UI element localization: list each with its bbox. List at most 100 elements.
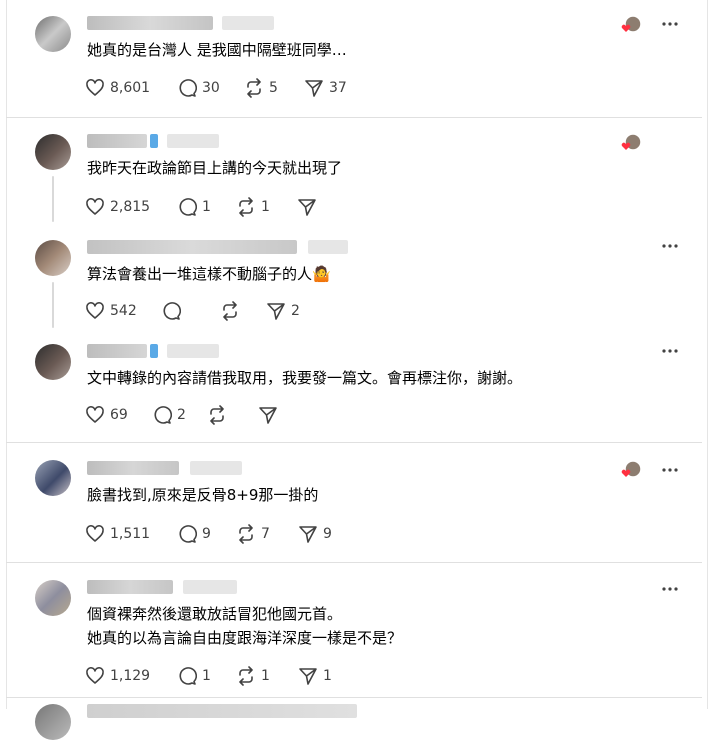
more-horizontal-icon[interactable] xyxy=(661,342,679,360)
send-icon xyxy=(267,303,285,320)
repost-icon xyxy=(239,524,253,544)
like-button[interactable]: 69 xyxy=(85,404,128,426)
reply-button[interactable]: 1 xyxy=(177,665,211,687)
post-text: 她真的是台灣人 是我國中隔壁班同學… xyxy=(87,41,347,59)
post-text-line-1: 個資裸奔然後還敢放話冒犯他國元首。 xyxy=(87,605,343,623)
reply-button[interactable] xyxy=(161,300,186,322)
repost-icon xyxy=(223,301,237,321)
like-button[interactable]: 1,511 xyxy=(85,523,150,545)
username-redacted[interactable] xyxy=(87,344,147,358)
like-count: 1,511 xyxy=(110,526,151,542)
repost-button[interactable]: 5 xyxy=(244,77,278,99)
share-button[interactable]: 9 xyxy=(298,523,332,545)
liked-by-author-icon xyxy=(621,460,642,478)
reply-count: 1 xyxy=(202,668,211,684)
more-horizontal-icon[interactable] xyxy=(661,237,679,255)
like-button[interactable]: 2,815 xyxy=(85,196,150,218)
liked-by-author-icon xyxy=(621,15,642,33)
avatar[interactable] xyxy=(35,16,71,52)
comment-icon xyxy=(154,406,172,424)
liked-by-author-icon xyxy=(621,133,642,151)
avatar[interactable] xyxy=(35,240,71,276)
reply-count: 1 xyxy=(202,199,211,215)
avatar[interactable] xyxy=(35,134,71,170)
username-redacted[interactable] xyxy=(87,580,173,594)
repost-count: 5 xyxy=(269,80,278,96)
more-horizontal-icon[interactable] xyxy=(661,15,679,33)
avatar[interactable] xyxy=(35,580,71,616)
post-text: 算法會養出一堆這樣不動腦子的人🤷 xyxy=(87,265,331,283)
heart-icon xyxy=(86,198,104,215)
divider xyxy=(6,562,702,563)
share-button[interactable] xyxy=(258,404,283,426)
repost-count: 1 xyxy=(261,668,270,684)
repost-button[interactable]: 1 xyxy=(236,196,270,218)
divider xyxy=(6,442,702,443)
like-count: 1,129 xyxy=(110,668,151,684)
post-text-line-2: 她真的以為言論自由度跟海洋深度一樣是不是？ xyxy=(87,629,403,647)
divider xyxy=(6,697,702,698)
share-count: 1 xyxy=(323,668,332,684)
avatar[interactable] xyxy=(35,344,71,380)
like-button[interactable]: 8,601 xyxy=(85,77,150,99)
more-horizontal-icon[interactable] xyxy=(661,580,679,598)
repost-button[interactable] xyxy=(220,300,245,322)
share-count: 2 xyxy=(291,303,300,319)
username-redacted[interactable] xyxy=(87,461,179,475)
username-redacted[interactable] xyxy=(87,16,213,30)
like-count: 8,601 xyxy=(110,80,151,96)
share-button[interactable]: 37 xyxy=(304,77,347,99)
share-button[interactable] xyxy=(297,196,322,218)
repost-icon xyxy=(247,78,261,98)
send-icon xyxy=(299,526,317,543)
like-button[interactable]: 1,129 xyxy=(85,665,150,687)
username-redacted xyxy=(87,704,357,718)
heart-icon xyxy=(86,79,104,96)
username-redacted[interactable] xyxy=(87,134,147,148)
repost-button[interactable]: 7 xyxy=(236,523,270,545)
reply-button[interactable]: 9 xyxy=(177,523,211,545)
reply-count: 30 xyxy=(202,80,220,96)
repost-button[interactable]: 1 xyxy=(236,665,270,687)
send-icon xyxy=(305,80,323,97)
heart-icon xyxy=(86,525,104,542)
comment-icon xyxy=(179,667,197,685)
thread-line xyxy=(52,282,54,328)
like-button[interactable]: 542 xyxy=(85,300,137,322)
more-horizontal-icon[interactable] xyxy=(661,461,679,479)
post-text: 我昨天在政論節目上講的今天就出現了 xyxy=(87,159,343,177)
verified-badge-redacted xyxy=(150,134,158,148)
repost-button[interactable] xyxy=(207,404,232,426)
share-button[interactable]: 2 xyxy=(266,300,300,322)
avatar[interactable] xyxy=(35,460,71,496)
repost-count: 7 xyxy=(261,526,270,542)
share-button[interactable]: 1 xyxy=(298,665,332,687)
username-redacted[interactable] xyxy=(87,240,297,254)
like-count: 2,815 xyxy=(110,199,151,215)
reply-button[interactable]: 2 xyxy=(152,404,186,426)
thread-line xyxy=(52,176,54,222)
comment-icon xyxy=(163,302,181,320)
heart-icon xyxy=(86,667,104,684)
post-text: 文中轉錄的內容請借我取用，我要發一篇文。會再標注你，謝謝。 xyxy=(87,369,523,387)
timestamp-redacted xyxy=(183,580,237,594)
repost-count: 1 xyxy=(261,199,270,215)
timestamp-redacted xyxy=(308,240,348,254)
comment-icon xyxy=(179,198,197,216)
repost-icon xyxy=(239,197,253,217)
timestamp-redacted xyxy=(222,16,274,30)
send-icon xyxy=(298,199,316,216)
reply-button[interactable]: 1 xyxy=(177,196,211,218)
send-icon xyxy=(259,407,277,424)
like-count: 69 xyxy=(110,407,128,423)
avatar-partial[interactable] xyxy=(35,704,71,740)
post-text: 臉書找到,原來是反骨8+9那一掛的 xyxy=(87,486,319,504)
verified-badge-redacted xyxy=(150,344,158,358)
reply-button[interactable]: 30 xyxy=(177,77,220,99)
divider xyxy=(6,117,702,118)
comment-icon xyxy=(179,79,197,97)
share-count: 37 xyxy=(329,80,347,96)
timestamp-redacted xyxy=(190,461,242,475)
repost-icon xyxy=(210,405,224,425)
like-count: 542 xyxy=(110,303,137,319)
